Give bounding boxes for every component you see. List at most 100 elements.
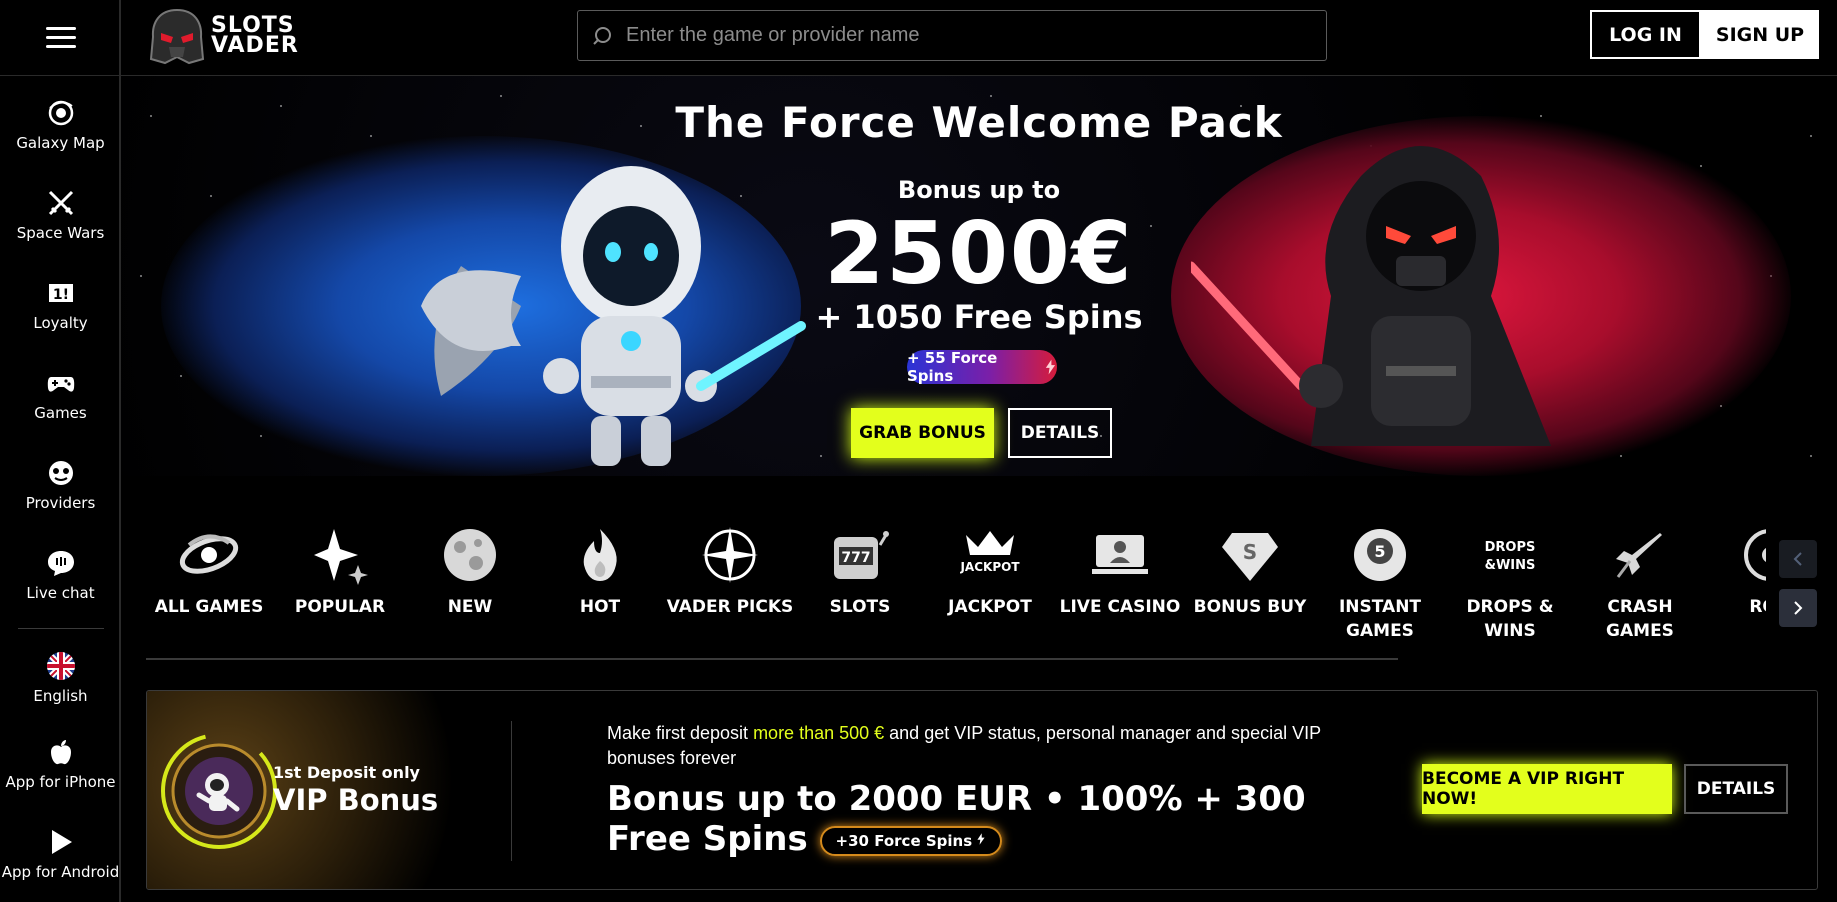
roulette-icon xyxy=(1744,529,1766,581)
auth-buttons: LOG IN SIGN UP xyxy=(1590,10,1819,59)
sidebar: Galaxy Map Space Wars 1! Loyalty Games P… xyxy=(0,0,121,902)
svg-text:1!: 1! xyxy=(52,287,68,303)
sidebar-item-label: Live chat xyxy=(26,584,95,602)
lightning-icon xyxy=(1045,359,1056,375)
vip-force-spins-label: +30 Force Spins xyxy=(835,831,973,850)
force-spins-label: + 55 Force Spins xyxy=(907,349,998,385)
hero-details-button[interactable]: DETAILS xyxy=(1008,408,1112,458)
category-crash-games[interactable]: CRASH GAMES xyxy=(1575,500,1705,650)
app-root: Galaxy Map Space Wars 1! Loyalty Games P… xyxy=(0,0,1837,902)
category-popular[interactable]: POPULAR xyxy=(275,500,405,650)
sidebar-item-app-android[interactable]: App for Android xyxy=(0,809,121,899)
category-label: POPULAR xyxy=(294,597,386,617)
apple-icon xyxy=(50,740,71,765)
category-slots[interactable]: 777 SLOTS xyxy=(795,500,925,650)
category-instant-games[interactable]: 5 INSTANT GAMES xyxy=(1315,500,1445,650)
jackpot-crown-icon: JACKPOT xyxy=(960,531,1020,574)
chevron-left-icon xyxy=(1793,552,1802,566)
slot-machine-icon: 777 xyxy=(834,531,889,579)
spaceship-icon xyxy=(1616,533,1662,578)
sidebar-item-language[interactable]: English xyxy=(0,637,121,719)
vip-divider xyxy=(511,721,512,861)
sidebar-item-label: Providers xyxy=(25,494,96,512)
force-spins-badge: + 55 Force Spins xyxy=(907,349,1057,385)
logo-text: SLOTS VADER xyxy=(211,15,299,57)
hero-subtitle: Bonus up to xyxy=(897,176,1061,204)
sidebar-item-games[interactable]: Games xyxy=(0,350,121,440)
category-vader-picks[interactable]: VADER PICKS xyxy=(665,500,795,650)
category-label: ROU xyxy=(1749,597,1766,617)
swords-icon xyxy=(48,190,73,216)
sidebar-item-label: Games xyxy=(34,404,87,422)
sidebar-item-label: Loyalty xyxy=(33,314,88,332)
search-box xyxy=(577,10,1327,61)
search-input[interactable] xyxy=(626,24,1266,47)
category-divider xyxy=(146,658,1398,660)
category-live-casino[interactable]: LIVE CASINO xyxy=(1055,500,1185,650)
play-icon xyxy=(51,830,72,854)
svg-text:JACKPOT: JACKPOT xyxy=(960,560,1020,574)
category-roulette[interactable]: ROU xyxy=(1705,500,1766,650)
category-bar: ALL GAMES POPULAR NEW HOT VADER PICKS 77… xyxy=(121,500,1766,660)
category-next-button[interactable] xyxy=(1779,589,1817,627)
logo[interactable]: SLOTS VADER xyxy=(147,7,299,65)
sidebar-item-galaxy-map[interactable]: Galaxy Map xyxy=(0,80,121,170)
sidebar-item-label: Galaxy Map xyxy=(16,134,105,152)
vip-banner: 1st Deposit only VIP Bonus Make first de… xyxy=(146,690,1818,890)
menu-button[interactable] xyxy=(0,0,121,76)
galaxy-icon xyxy=(48,100,73,126)
sidebar-item-live-chat[interactable]: Live chat xyxy=(0,530,121,620)
category-label: INSTANT GAMES xyxy=(1338,597,1422,641)
signup-button[interactable]: SIGN UP xyxy=(1701,10,1819,59)
search-icon xyxy=(593,26,611,45)
category-bonus-buy[interactable]: S BONUS BUY xyxy=(1185,500,1315,650)
vip-astronaut-badge xyxy=(161,733,277,849)
drops-wins-icon: DROPS&WINS xyxy=(1485,540,1536,573)
category-label: VADER PICKS xyxy=(666,597,794,617)
category-drops-wins[interactable]: DROPS &WINS DROPS & WINS xyxy=(1445,500,1575,650)
become-vip-button[interactable]: BECOME A VIP RIGHT NOW! xyxy=(1422,764,1672,814)
category-label: NEW xyxy=(447,597,493,617)
sidebar-item-app-iphone[interactable]: App for iPhone xyxy=(0,719,121,809)
category-jackpot[interactable]: JACKPOT JACKPOT xyxy=(925,500,1055,650)
moon-icon xyxy=(444,529,496,581)
chat-icon xyxy=(47,551,74,576)
gamepad-icon xyxy=(47,377,74,392)
hero-free-spins: + 1050 Free Spins xyxy=(815,298,1143,336)
category-label: LIVE CASINO xyxy=(1059,597,1181,617)
category-hot[interactable]: HOT xyxy=(535,500,665,650)
chevron-right-icon xyxy=(1794,601,1803,615)
vip-details-button[interactable]: DETAILS xyxy=(1684,764,1788,814)
svg-text:&WINS: &WINS xyxy=(1485,558,1536,573)
compass-star-icon xyxy=(702,527,758,583)
svg-text:S: S xyxy=(1243,540,1257,564)
hero-amount: 2500€ xyxy=(824,204,1134,304)
category-new[interactable]: NEW xyxy=(405,500,535,650)
top-header: SLOTS VADER LOG IN SIGN UP xyxy=(121,0,1837,76)
category-label: ALL GAMES xyxy=(154,597,264,617)
vip-desc-text: Make first deposit xyxy=(607,723,754,743)
sidebar-item-providers[interactable]: Providers xyxy=(0,440,121,530)
category-label: CRASH GAMES xyxy=(1606,597,1674,641)
lightning-icon xyxy=(977,832,985,845)
sidebar-item-space-wars[interactable]: Space Wars xyxy=(0,170,121,260)
sidebar-item-label: Space Wars xyxy=(16,224,105,242)
vip-small-label: 1st Deposit only xyxy=(273,763,420,782)
flame-icon xyxy=(583,529,617,581)
sidebar-item-loyalty[interactable]: 1! Loyalty xyxy=(0,260,121,350)
sidebar-item-label: App for Android xyxy=(1,863,120,881)
category-prev-button[interactable] xyxy=(1779,540,1817,578)
providers-icon xyxy=(48,461,73,485)
grab-bonus-button[interactable]: GRAB BONUS xyxy=(851,408,994,458)
sparkle-icon xyxy=(314,529,368,585)
vip-description: Make first deposit more than 500 € and g… xyxy=(607,721,1387,771)
hero-banner: The Force Welcome Pack Bonus up to 2500€… xyxy=(121,76,1837,476)
category-all-games[interactable]: ALL GAMES xyxy=(144,500,274,650)
svg-text:DROPS: DROPS xyxy=(1485,540,1536,555)
vip-title: Bonus up to 2000 EUR • 100% + 300 Free S… xyxy=(607,779,1367,859)
category-label: HOT xyxy=(579,597,621,617)
login-button[interactable]: LOG IN xyxy=(1590,10,1701,59)
ball-five-icon: 5 xyxy=(1354,529,1406,581)
sidebar-divider xyxy=(17,628,104,629)
live-dealer-icon xyxy=(1092,535,1148,574)
